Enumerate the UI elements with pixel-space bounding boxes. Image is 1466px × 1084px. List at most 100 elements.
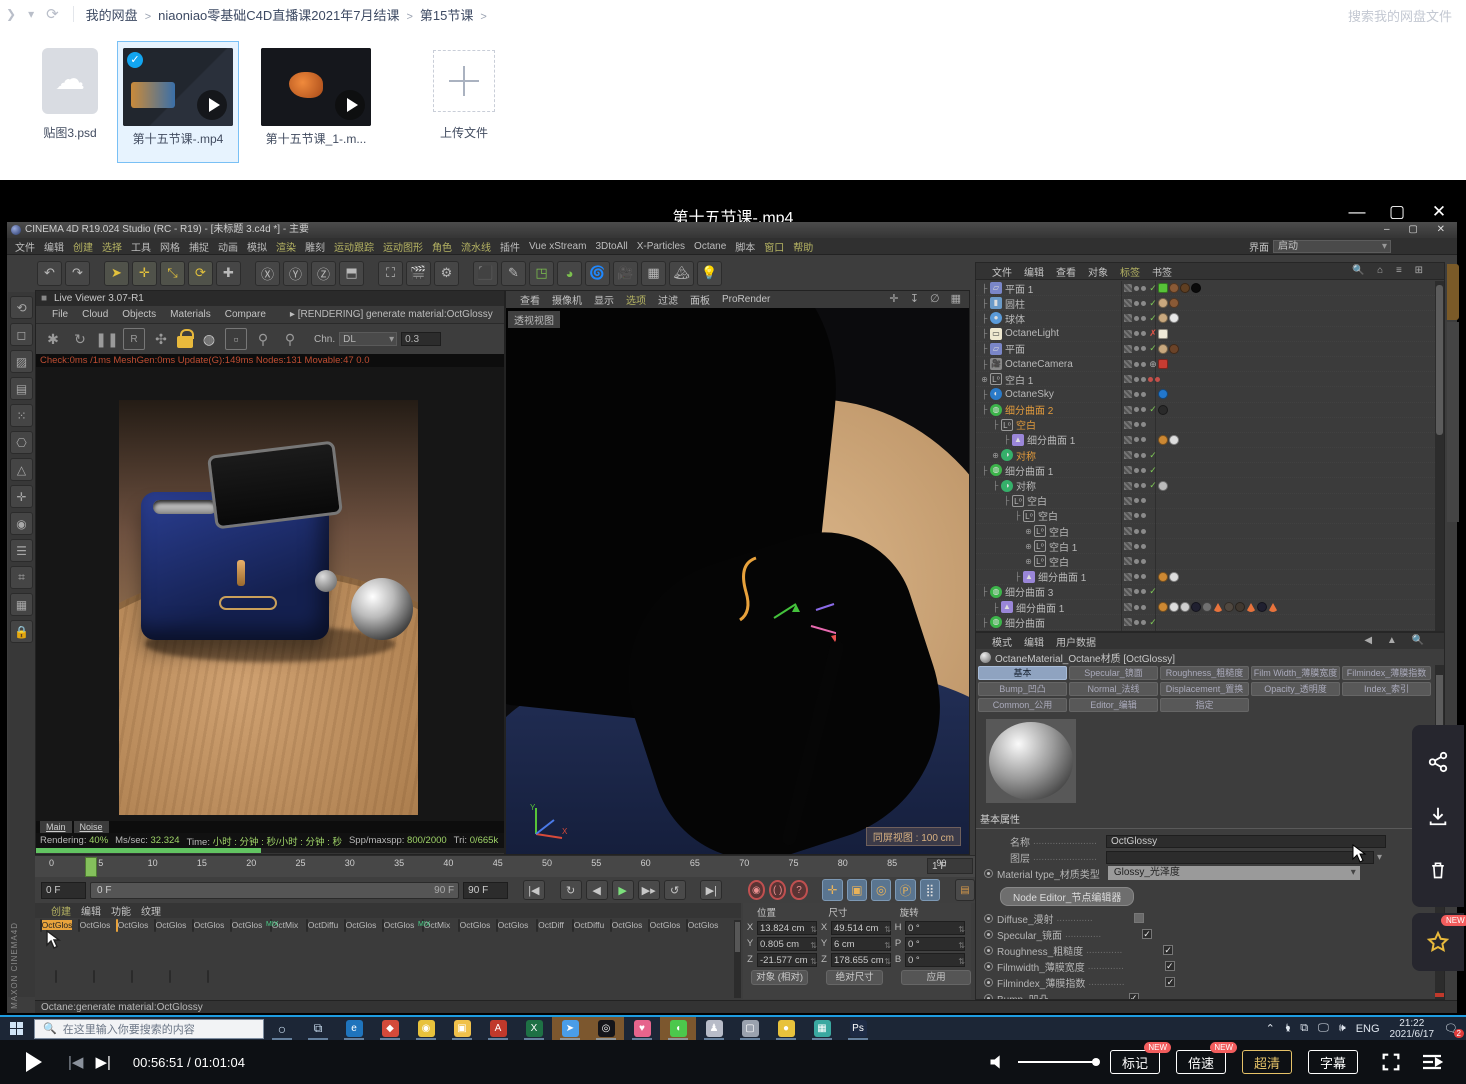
object-name[interactable]: 细分曲面 1 — [1038, 569, 1086, 584]
expand-toggle-icon[interactable]: ├ — [980, 314, 989, 323]
interface-dropdown[interactable]: 启动 — [1273, 240, 1391, 253]
vp-menu-过滤[interactable]: 过滤 — [658, 292, 678, 307]
taskbar-app-icon[interactable]: ◆ — [372, 1017, 408, 1040]
texture-tag[interactable] — [1180, 283, 1190, 293]
start-button[interactable] — [0, 1017, 34, 1040]
lv-tab-Main[interactable]: Main — [40, 821, 72, 833]
object-row[interactable]: ├ ◐ OctaneSky — [976, 387, 1435, 402]
attr-tab[interactable]: Editor_编辑 — [1069, 698, 1158, 712]
texture-tag[interactable] — [1213, 603, 1223, 612]
texture-tag[interactable] — [1268, 603, 1278, 612]
vp-menu-摄像机[interactable]: 摄像机 — [552, 292, 582, 307]
texture-tag[interactable] — [1158, 313, 1168, 323]
object-row[interactable]: ├ ▱ 平面 1 ✓ — [976, 281, 1435, 296]
menu-渲染[interactable]: 渲染 — [276, 239, 296, 254]
start-frame-field[interactable]: 0 F — [41, 882, 86, 899]
expand-toggle-icon[interactable]: ├ — [1002, 435, 1011, 444]
texture-tag[interactable] — [1169, 283, 1179, 293]
playlist-icon[interactable] — [1420, 1052, 1444, 1072]
object-name[interactable]: 细分曲面 1 — [1016, 600, 1064, 615]
object-name[interactable]: 空白 — [1016, 417, 1036, 432]
taskbar-clock[interactable]: 21:22 2021/6/17 — [1390, 1018, 1435, 1040]
object-name[interactable]: 圆柱 — [1005, 296, 1025, 311]
object-name[interactable]: OctaneSky — [1005, 389, 1054, 400]
expand-toggle-icon[interactable]: ├ — [980, 329, 989, 338]
material-thumbnail[interactable]: OctGlos — [379, 920, 417, 931]
vp-menu-ProRender[interactable]: ProRender — [722, 294, 770, 305]
expand-toggle-icon[interactable]: ⊕ — [1024, 542, 1033, 551]
refresh-icon[interactable]: ⟳ — [46, 5, 59, 23]
material-thumbnail[interactable]: OctDiff — [531, 920, 569, 931]
file-item[interactable]: 贴图3.psd — [10, 42, 130, 162]
close-button[interactable]: ✕ — [1426, 202, 1452, 222]
z-axis-lock[interactable]: Ⓩ — [311, 261, 336, 286]
focus-picker-icon[interactable]: ⚲ — [279, 328, 301, 350]
x-axis-lock[interactable]: Ⓧ — [255, 261, 280, 286]
material-thumbnail[interactable] — [75, 971, 113, 982]
attr-menu-用户数据[interactable]: 用户数据 — [1056, 634, 1096, 649]
taskbar-app-icon[interactable]: ➤ — [552, 1017, 588, 1040]
position-input[interactable]: 13.824 cm — [757, 921, 817, 935]
object-name[interactable]: 对称 — [1016, 478, 1036, 493]
scale-icon[interactable]: ⤡ — [160, 261, 185, 286]
expand-toggle-icon[interactable]: ⊕ — [991, 451, 1000, 460]
minimize-button[interactable]: — — [1344, 202, 1370, 222]
object-row[interactable]: ├ ◑ 对称 ✓ — [976, 478, 1435, 493]
object-name[interactable]: 空白 1 — [1005, 372, 1033, 387]
timeline-ruler[interactable]: 1 F 051015202530354045505560657075808590 — [35, 855, 975, 877]
taskbar-app-icon[interactable]: ● — [768, 1017, 804, 1040]
render-view-icon[interactable]: ⛶ — [378, 261, 403, 286]
player-button-标记[interactable]: 标记 NEW — [1110, 1050, 1160, 1074]
share-icon[interactable] — [1427, 751, 1449, 773]
mm-tab-纹理[interactable]: 纹理 — [141, 903, 161, 918]
attr-tab[interactable]: Bump_凹凸 — [978, 682, 1067, 696]
object-row[interactable]: ├ L⁰ 空白 — [976, 494, 1435, 509]
autokey-button[interactable]: ( ) — [769, 880, 786, 900]
tray-chevron-icon[interactable]: ⌃ — [1266, 1022, 1275, 1035]
expand-toggle-icon[interactable]: ⊕ — [1024, 557, 1033, 566]
texture-tag[interactable] — [1235, 602, 1245, 612]
material-thumbnail[interactable] — [189, 971, 227, 982]
pointer-icon[interactable]: ➤ — [104, 261, 129, 286]
name-input[interactable]: OctGlossy — [1106, 835, 1386, 848]
add-cube-icon[interactable]: ⬛ — [473, 261, 498, 286]
settings-gear-icon[interactable]: ✣ — [150, 328, 172, 350]
expand-toggle-icon[interactable]: ├ — [980, 299, 989, 308]
attr-tab[interactable]: Filmindex_薄膜指数 — [1342, 666, 1431, 680]
task-view-icon[interactable]: ⧉ — [300, 1017, 336, 1040]
file-item[interactable]: 第十五节课_1-.m... — [256, 42, 376, 162]
docked-tab-orange[interactable] — [1447, 264, 1459, 320]
material-thumbnail[interactable]: OctGlos — [113, 920, 151, 931]
material-thumbnail[interactable]: OctDiffu — [569, 920, 607, 931]
previous-video-button[interactable]: |◀ — [68, 1053, 83, 1071]
prop-checkbox[interactable]: ✓ — [1165, 961, 1175, 971]
menu-脚本[interactable]: 脚本 — [735, 239, 755, 254]
object-name[interactable]: 空白 — [1049, 524, 1069, 539]
object-name[interactable]: 空白 — [1038, 508, 1058, 523]
texture-tag[interactable] — [1180, 602, 1190, 612]
object-row[interactable]: ├ ▭ OctaneLight ✗ — [976, 327, 1435, 342]
lock-icon[interactable]: 🔒 — [10, 620, 33, 643]
object-row[interactable]: ├ ▲ 细分曲面 1 — [976, 433, 1435, 448]
texture-tag[interactable] — [1169, 313, 1179, 323]
record-active-scale[interactable]: ▣ — [847, 879, 867, 901]
taskbar-app-icon[interactable]: Ps — [840, 1017, 876, 1040]
taskbar-app-icon[interactable]: A — [480, 1017, 516, 1040]
next-video-button[interactable]: ▶| — [95, 1053, 110, 1071]
object-row[interactable]: ├ ● 球体 ✓ — [976, 311, 1435, 326]
expand-toggle-icon[interactable]: ⊕ — [980, 375, 989, 384]
size-input[interactable]: 6 cm — [831, 937, 891, 951]
material-thumbnail[interactable]: OctGlos — [607, 920, 645, 931]
play-forward-button[interactable]: ▶ — [612, 880, 634, 900]
workplane-icon[interactable]: ▤ — [10, 377, 33, 400]
back-icon[interactable]: ❯ — [6, 7, 16, 21]
rotation-input[interactable]: 0 ° — [905, 953, 965, 967]
menu-网格[interactable]: 网格 — [160, 239, 180, 254]
cortana-icon[interactable]: ○ — [264, 1017, 300, 1040]
expand-toggle-icon[interactable]: ├ — [1013, 511, 1022, 520]
menu-雕刻[interactable]: 雕刻 — [305, 239, 325, 254]
language-indicator[interactable]: ENG — [1356, 1023, 1380, 1035]
taskbar-app-icon[interactable]: ◖ — [660, 1017, 696, 1040]
menu-文件[interactable]: 文件 — [15, 239, 35, 254]
taskbar-search[interactable]: 🔍 在这里输入你要搜索的内容 — [34, 1019, 264, 1039]
